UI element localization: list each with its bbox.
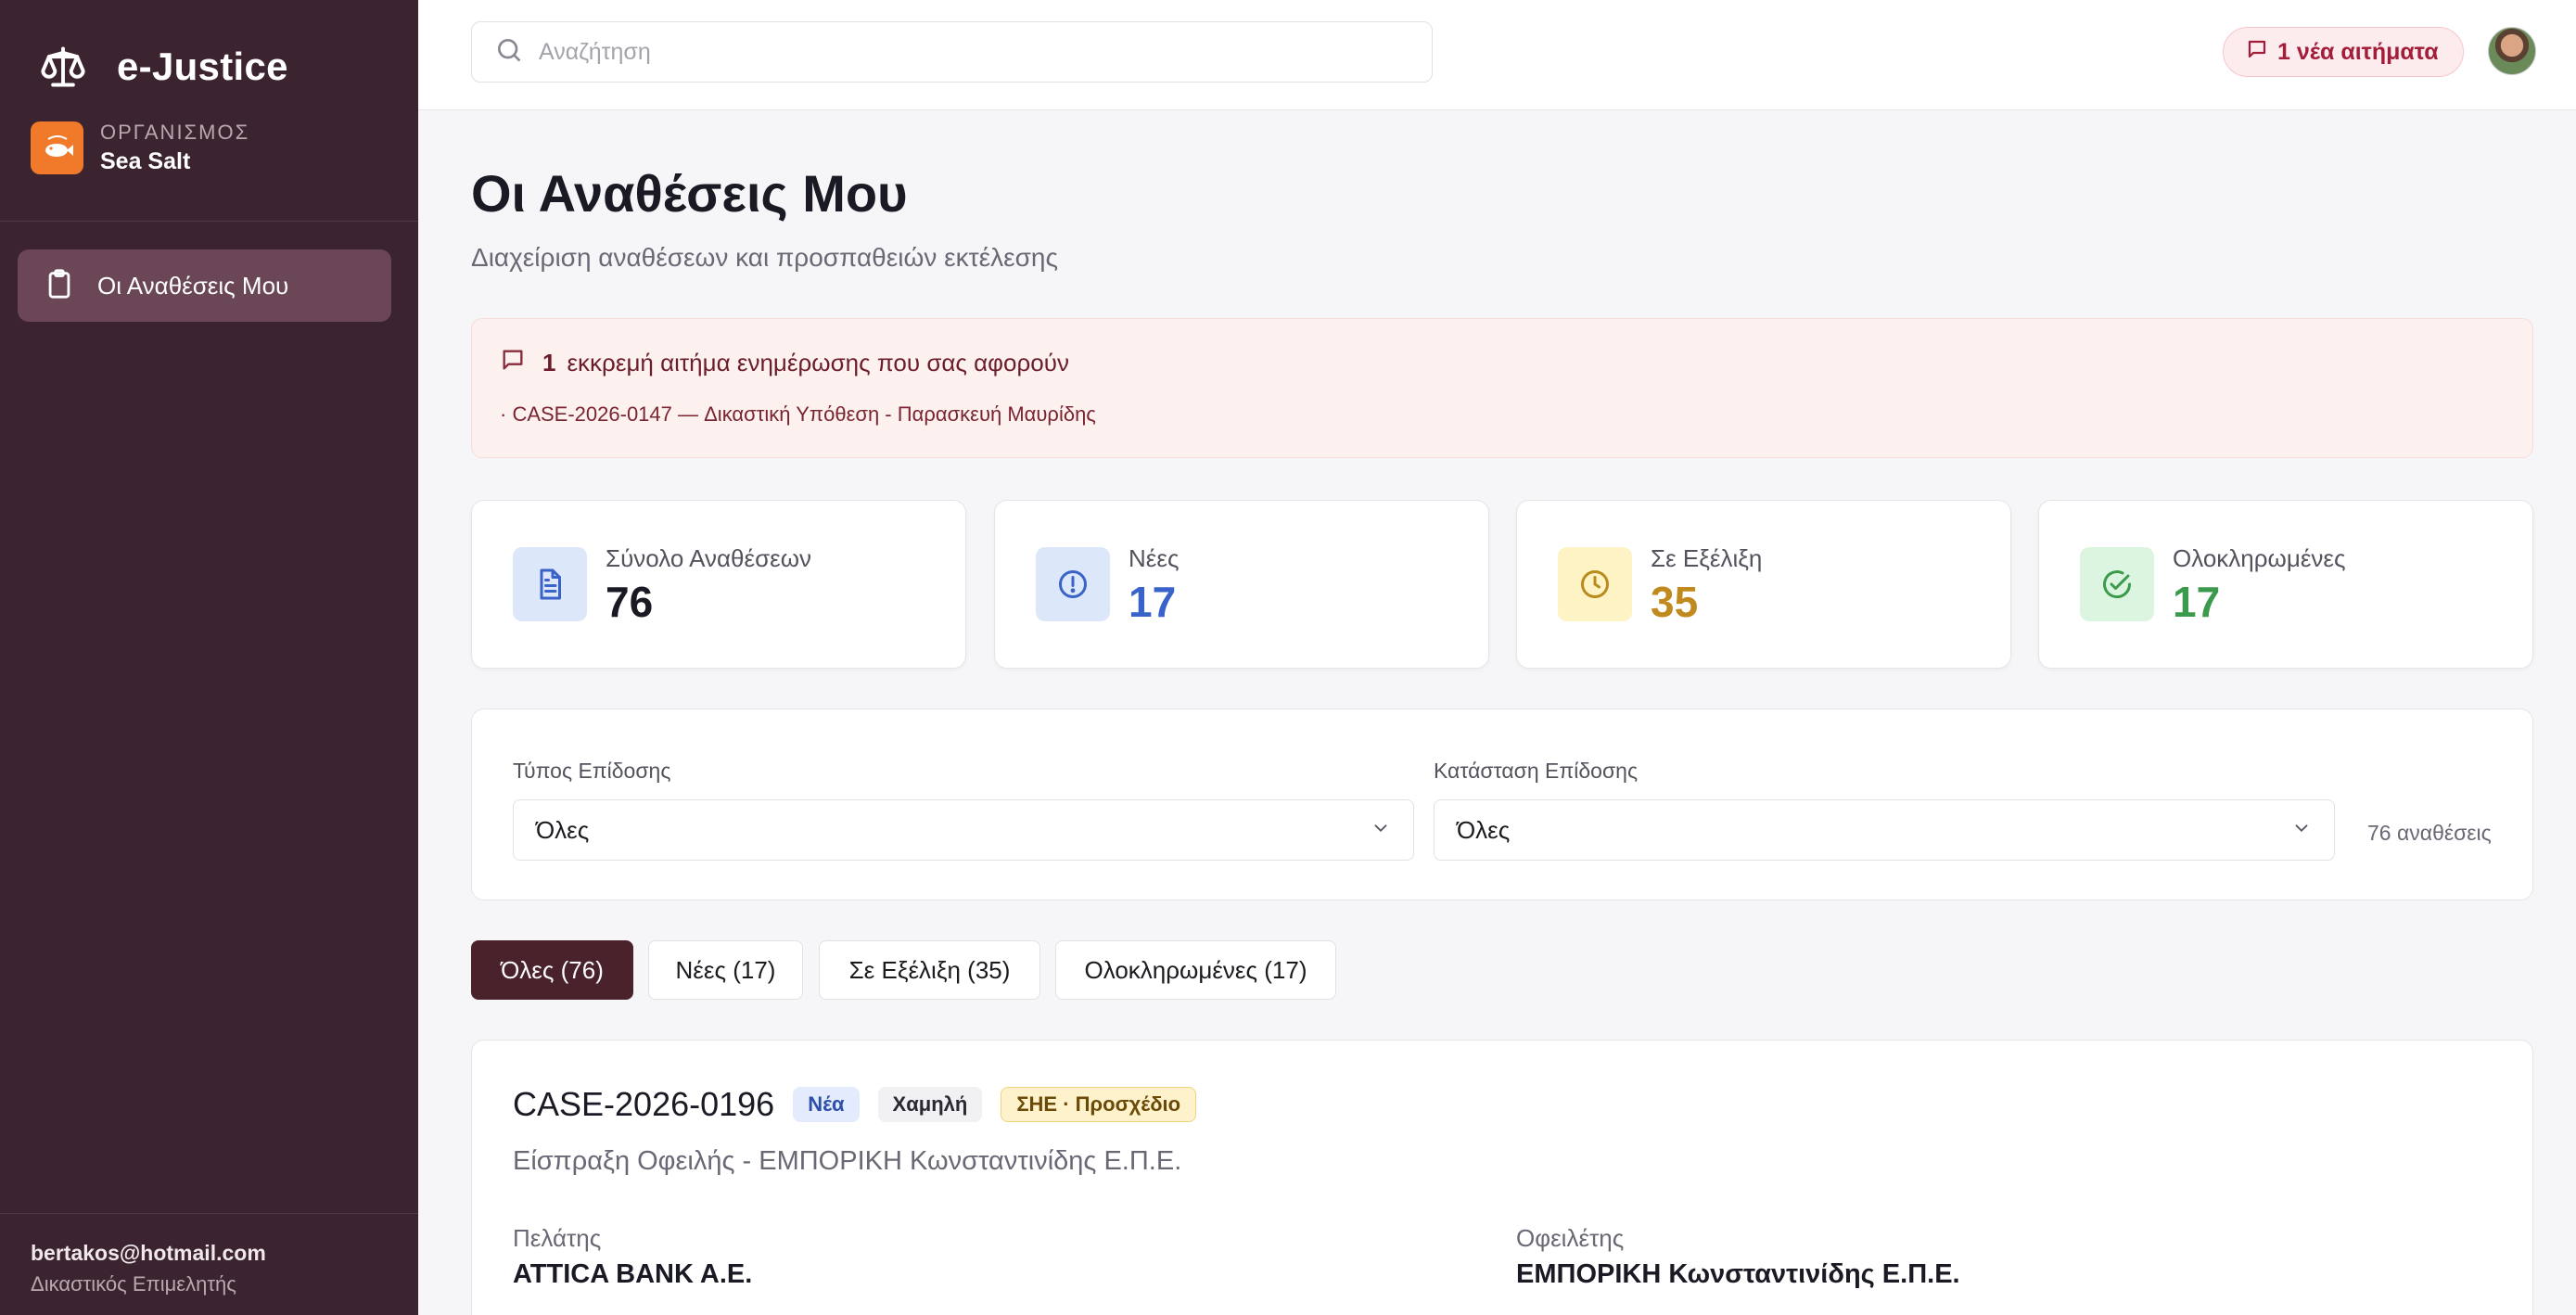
filter-type-value: Όλες xyxy=(536,815,590,844)
filter-status-value: Όλες xyxy=(1457,815,1511,844)
type-badge: ΣΗΕ · Προσχέδιο xyxy=(1001,1087,1197,1122)
alert-item-link[interactable]: · CASE-2026-0147 — Δικαστική Υπόθεση - Π… xyxy=(500,402,1096,427)
filter-status-select[interactable]: Όλες xyxy=(1434,799,2335,861)
stat-label: Σε Εξέλιξη xyxy=(1651,544,1763,572)
stat-label: Ολοκληρωμένες xyxy=(2173,544,2346,572)
alert-text: εκκρεμή αιτήμα ενημέρωσης που σας αφορού… xyxy=(567,349,1069,377)
stat-card-new: Νέες 17 xyxy=(994,500,1489,669)
user-role: Δικαστικός Επιμελητής xyxy=(31,1272,236,1296)
organization-label: ΟΡΓΑΝΙΣΜΟΣ xyxy=(100,121,250,144)
avatar[interactable] xyxy=(2488,27,2536,75)
filter-type-label: Τύπος Επίδοσης xyxy=(513,759,671,783)
page-subtitle: Διαχείριση αναθέσεων και προσπαθειών εκτ… xyxy=(471,243,1058,272)
app-title: e-Justice xyxy=(117,45,288,88)
tab-in-progress[interactable]: Σε Εξέλιξη (35) xyxy=(819,940,1040,1000)
tab-all[interactable]: Όλες (76) xyxy=(471,940,633,1000)
stat-value: 76 xyxy=(606,578,654,626)
debtor-value: ΕΜΠΟΡΙΚΗ Κωνσταντινίδης Ε.Π.Ε. xyxy=(1516,1259,1960,1289)
client-label: Πελάτης xyxy=(513,1224,602,1252)
case-id: CASE-2026-0196 xyxy=(513,1085,775,1123)
message-icon xyxy=(500,347,526,379)
priority-badge: Χαμηλή xyxy=(877,1087,983,1122)
search-input[interactable] xyxy=(539,38,1373,66)
sidebar-divider xyxy=(0,221,418,222)
pending-requests-alert: 1 εκκρεμή αιτήμα ενημέρωσης που σας αφορ… xyxy=(471,318,2533,458)
check-circle-icon xyxy=(2080,547,2154,621)
case-description: Είσπραξη Οφειλής - ΕΜΠΟΡΙΚΗ Κωνσταντινίδ… xyxy=(513,1146,1182,1176)
stat-label: Νέες xyxy=(1129,544,1180,572)
tab-completed[interactable]: Ολοκληρωμένες (17) xyxy=(1055,940,1336,1000)
search-box[interactable] xyxy=(471,21,1433,83)
results-count: 76 αναθέσεις xyxy=(2367,821,2492,845)
status-badge: Νέα xyxy=(793,1087,860,1122)
sidebar: e-Justice ΟΡΓΑΝΙΣΜΟΣ Sea Salt Οι Αναθέσε… xyxy=(0,0,418,1315)
organization: ΟΡΓΑΝΙΣΜΟΣ Sea Salt xyxy=(31,121,249,175)
topbar: 1 νέα αιτήματα xyxy=(418,0,2576,110)
sidebar-divider xyxy=(0,1213,418,1214)
scales-icon xyxy=(37,41,89,93)
organization-logo xyxy=(31,121,83,174)
chevron-down-icon xyxy=(2291,816,2312,845)
stat-value: 35 xyxy=(1651,578,1699,626)
message-icon xyxy=(2246,38,2268,67)
stat-value: 17 xyxy=(1129,578,1177,626)
sidebar-item-my-assignments[interactable]: Οι Αναθέσεις Μου xyxy=(18,249,391,322)
stat-value: 17 xyxy=(2173,578,2221,626)
search-icon xyxy=(494,35,524,70)
tab-new[interactable]: Νέες (17) xyxy=(648,940,803,1000)
filter-status-label: Κατάσταση Επίδοσης xyxy=(1434,759,1639,783)
stat-label: Σύνολο Αναθέσεων xyxy=(606,544,812,572)
stat-card-total: Σύνολο Αναθέσεων 76 xyxy=(471,500,966,669)
alert-count: 1 xyxy=(542,349,556,377)
stat-card-completed: Ολοκληρωμένες 17 xyxy=(2038,500,2533,669)
client-value: ATTICA BANK A.E. xyxy=(513,1259,753,1289)
sidebar-item-label: Οι Αναθέσεις Μου xyxy=(97,271,289,300)
new-requests-label: 1 νέα αιτήματα xyxy=(2277,38,2439,65)
stat-card-in-progress: Σε Εξέλιξη 35 xyxy=(1516,500,2011,669)
filters-panel: Τύπος Επίδοσης Όλες Κατάσταση Επίδοσης Ό… xyxy=(471,709,2533,900)
user-email: bertakos@hotmail.com xyxy=(31,1241,266,1265)
organization-name: Sea Salt xyxy=(100,148,191,174)
clipboard-icon xyxy=(44,268,75,304)
alert-circle-icon xyxy=(1036,547,1110,621)
document-icon xyxy=(513,547,587,621)
case-card[interactable]: CASE-2026-0196 Νέα Χαμηλή ΣΗΕ · Προσχέδι… xyxy=(471,1040,2533,1315)
new-requests-badge[interactable]: 1 νέα αιτήματα xyxy=(2223,27,2464,77)
clock-icon xyxy=(1558,547,1632,621)
page-title: Οι Αναθέσεις Μου xyxy=(471,164,908,223)
debtor-label: Οφειλέτης xyxy=(1516,1224,1625,1252)
brand[interactable]: e-Justice xyxy=(37,41,288,93)
filter-type-select[interactable]: Όλες xyxy=(513,799,1414,861)
chevron-down-icon xyxy=(1371,816,1391,845)
